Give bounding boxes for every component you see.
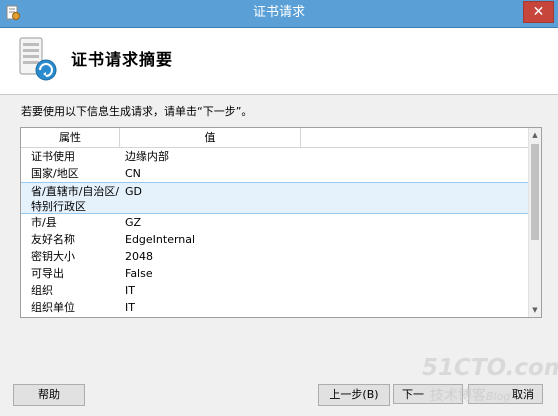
back-button[interactable]: 上一步(B) (318, 384, 390, 406)
property-cell: 组织单位 (31, 301, 75, 314)
property-cell: 可导出 (31, 267, 64, 280)
watermark-site: 51CTO.com (422, 355, 558, 381)
vertical-scrollbar[interactable]: ▲ ▼ (528, 128, 541, 317)
certificate-window-icon (6, 5, 20, 20)
value-cell: 边缘内部 (125, 150, 169, 163)
list-row[interactable]: 市/县 GZ (21, 214, 529, 231)
close-button[interactable]: ✕ (523, 1, 554, 23)
list-row[interactable]: 友好名称 EdgeInternal (21, 231, 529, 248)
watermark-suffix: Blog (486, 390, 511, 403)
value-cell: IT (125, 284, 135, 297)
value-cell: CN (125, 167, 141, 180)
title-bar: 证书请求 ✕ (0, 0, 558, 28)
list-rows: 证书使用 边缘内部 国家/地区 CN 省/直辖市/自治区/特别行政区 GD 市/… (21, 148, 529, 316)
list-row-selected[interactable]: 省/直辖市/自治区/特别行政区 GD (21, 182, 529, 214)
watermark: 51CTO.com 技术博客Blog (420, 355, 558, 410)
column-header-property[interactable]: 属性 (21, 128, 120, 147)
list-row[interactable]: 组织 IT (21, 282, 529, 299)
property-cell: 省/直辖市/自治区/特别行政区 (31, 185, 120, 213)
value-cell: GD (125, 185, 142, 198)
instruction-text: 若要使用以下信息生成请求，请单击“下一步”。 (21, 105, 253, 118)
value-cell: 2048 (125, 250, 153, 263)
property-cell: 友好名称 (31, 233, 75, 246)
list-header: 属性 值 (21, 128, 529, 148)
property-cell: 组织 (31, 284, 53, 297)
property-cell: 密钥大小 (31, 250, 75, 263)
list-row[interactable]: 证书使用 边缘内部 (21, 148, 529, 165)
window-title: 证书请求 (252, 5, 305, 20)
property-cell: 市/县 (31, 216, 57, 229)
summary-list[interactable]: 属性 值 证书使用 边缘内部 国家/地区 CN 省/直辖市/自治区/特别行政区 … (20, 127, 542, 318)
list-row[interactable]: 组织单位 IT (21, 299, 529, 316)
value-cell: False (125, 267, 153, 280)
value-cell: EdgeInternal (125, 233, 196, 246)
watermark-caption: 技术博客Blog (430, 385, 510, 405)
scrollbar-thumb[interactable] (531, 144, 539, 240)
watermark-text: 技术博客 (430, 388, 486, 404)
certificate-request-icon (19, 37, 57, 81)
close-icon: ✕ (532, 4, 545, 20)
list-row[interactable]: 可导出 False (21, 265, 529, 282)
scroll-down-arrow-icon[interactable]: ▼ (529, 303, 541, 317)
page-title: 证书请求摘要 (71, 50, 174, 69)
list-row[interactable]: 国家/地区 CN (21, 165, 529, 182)
property-cell: 国家/地区 (31, 167, 79, 180)
value-cell: IT (125, 301, 135, 314)
list-row[interactable]: 密钥大小 2048 (21, 248, 529, 265)
scroll-up-arrow-icon[interactable]: ▲ (529, 128, 541, 142)
column-header-value[interactable]: 值 (120, 128, 301, 147)
wizard-header: 证书请求摘要 (0, 28, 558, 95)
property-cell: 证书使用 (31, 150, 75, 163)
help-button[interactable]: 帮助 (13, 384, 85, 406)
value-cell: GZ (125, 216, 142, 229)
